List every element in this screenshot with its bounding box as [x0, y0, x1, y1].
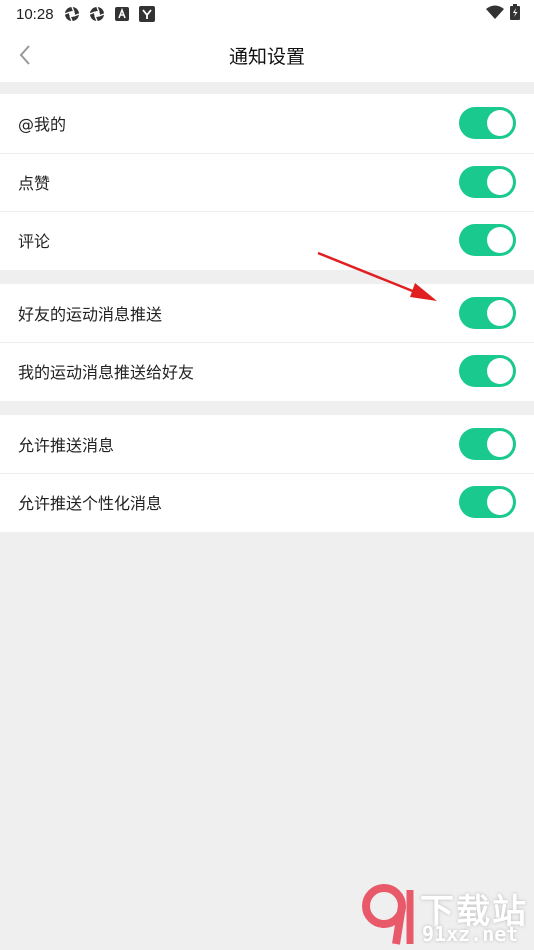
- setting-row-friend-activity: 好友的运动消息推送: [0, 284, 534, 343]
- nav-header: 通知设置: [0, 28, 534, 82]
- toggle-knob: [487, 168, 513, 195]
- setting-label: 点赞: [18, 173, 51, 193]
- comments-toggle[interactable]: [459, 224, 516, 257]
- back-button[interactable]: [10, 40, 40, 70]
- watermark-logo-icon: [362, 884, 414, 945]
- toggle-knob: [487, 430, 513, 457]
- setting-row-mentions: @我的: [0, 94, 534, 153]
- share-activity-toggle[interactable]: [459, 355, 516, 388]
- setting-row-share-activity: 我的运动消息推送给好友: [0, 342, 534, 401]
- setting-label: 我的运动消息推送给好友: [18, 363, 195, 383]
- setting-label: @我的: [18, 115, 67, 135]
- toggle-knob: [487, 358, 513, 385]
- app-y-icon: [138, 6, 155, 22]
- section-divider: [0, 82, 534, 94]
- settings-group-push: 允许推送消息 允许推送个性化消息: [0, 414, 534, 532]
- toggle-knob: [487, 227, 513, 254]
- toggle-knob: [487, 110, 513, 137]
- allow-push-toggle[interactable]: [459, 427, 516, 460]
- section-divider: [0, 400, 534, 415]
- chevron-left-icon: [19, 45, 30, 65]
- watermark-url: 91xz.net: [422, 922, 519, 946]
- status-time: 10:28: [16, 5, 54, 23]
- page-title: 通知设置: [228, 45, 305, 68]
- app-a-icon: [114, 6, 130, 22]
- friend-activity-toggle[interactable]: [459, 296, 516, 329]
- status-bar: 10:28: [0, 0, 534, 28]
- setting-label: 允许推送消息: [18, 435, 115, 455]
- likes-toggle[interactable]: [459, 165, 516, 198]
- wifi-icon: [486, 5, 504, 23]
- setting-row-personalized-push: 允许推送个性化消息: [0, 473, 534, 532]
- watermark: 下载站 91xz.net: [360, 880, 530, 950]
- settings-group-interactions: @我的 点赞 评论: [0, 94, 534, 270]
- setting-row-likes: 点赞: [0, 152, 534, 212]
- mentions-toggle[interactable]: [459, 107, 516, 140]
- personalized-push-toggle[interactable]: [459, 486, 516, 519]
- aperture-icon: [89, 6, 105, 22]
- toggle-knob: [487, 489, 513, 516]
- aperture-icon: [64, 6, 80, 22]
- setting-row-comments: 评论: [0, 211, 534, 270]
- setting-label: 好友的运动消息推送: [18, 304, 163, 324]
- toggle-knob: [487, 299, 513, 326]
- setting-label: 允许推送个性化消息: [18, 494, 163, 514]
- battery-icon: [510, 4, 520, 24]
- settings-group-friends: 好友的运动消息推送 我的运动消息推送给好友: [0, 283, 534, 401]
- setting-label: 评论: [18, 232, 51, 252]
- status-right: [486, 4, 520, 24]
- setting-row-allow-push: 允许推送消息: [0, 415, 534, 474]
- section-divider: [0, 269, 534, 284]
